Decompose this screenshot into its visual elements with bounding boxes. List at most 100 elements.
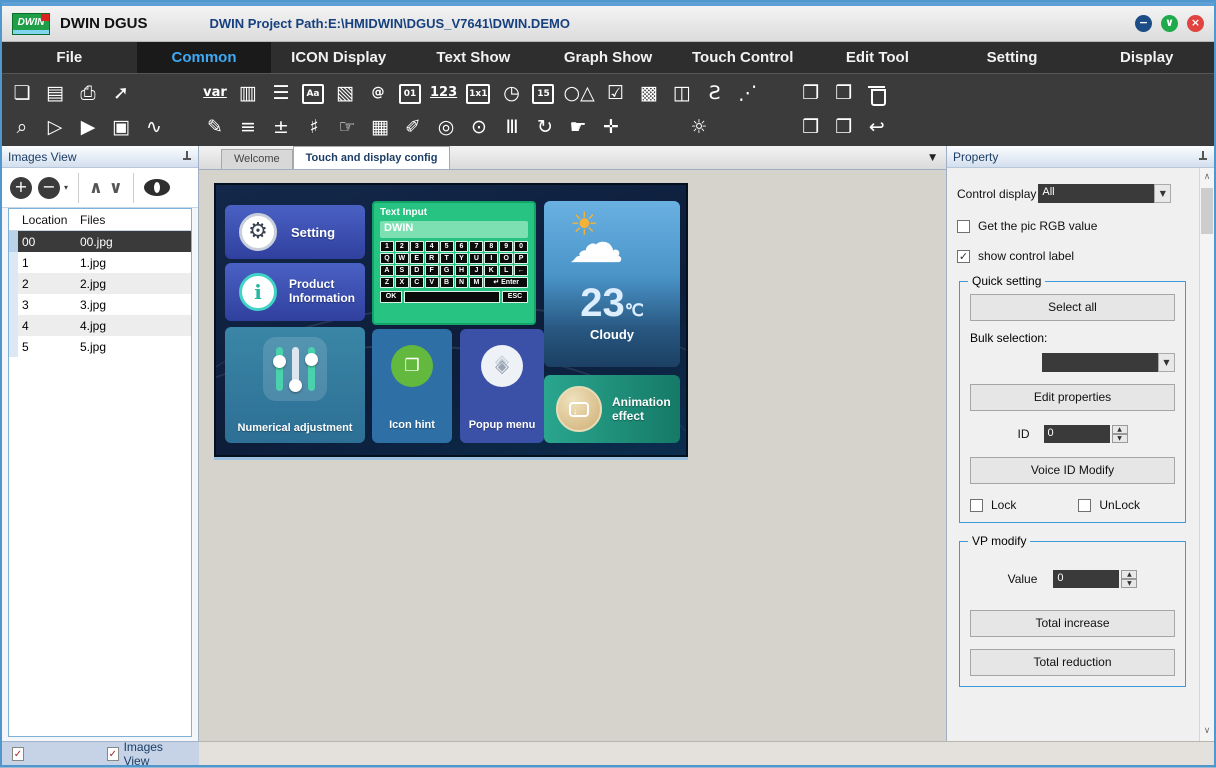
id-spinner[interactable]: ▲▼ [1112, 425, 1128, 443]
key-x[interactable]: X [395, 277, 409, 288]
image-slider-icon[interactable]: ◫ [670, 81, 694, 105]
paste-icon[interactable]: ❒ [832, 81, 856, 105]
shapes-icon[interactable]: ○△ [563, 81, 594, 105]
new-page-icon[interactable]: ❏ [10, 81, 34, 105]
key-a[interactable]: A [380, 265, 394, 276]
menu-file[interactable]: File [2, 42, 137, 73]
key-z[interactable]: Z [380, 277, 394, 288]
plus-minus-icon[interactable]: ± [269, 115, 293, 139]
table-row-4[interactable]: 44.jpg [9, 315, 191, 336]
list-icon[interactable]: ≡ [236, 115, 260, 139]
curve-icon[interactable]: ∿ [142, 115, 166, 139]
table-row-1[interactable]: 11.jpg [9, 252, 191, 273]
menu-graph-show[interactable]: Graph Show [541, 42, 676, 73]
scroll-thumb[interactable] [1201, 188, 1213, 234]
key-u[interactable]: U [469, 253, 483, 264]
data-window-icon[interactable]: 1x1 [466, 84, 490, 104]
data-transfer-icon[interactable]: Ƨ [703, 81, 727, 105]
key-6[interactable]: 6 [455, 241, 469, 252]
tile-weather[interactable]: ☀☁ 23℃ Cloudy [544, 201, 680, 367]
key-w[interactable]: W [395, 253, 409, 264]
key-backspace[interactable]: ← [514, 265, 528, 276]
image-display-icon[interactable]: ▧ [333, 81, 357, 105]
tile-product-information[interactable]: i Product Information [225, 263, 365, 321]
save-icon[interactable]: ▤ [43, 81, 67, 105]
menu-common[interactable]: Common [137, 42, 272, 73]
key-9[interactable]: 9 [499, 241, 513, 252]
tile-animation-effect[interactable]: Animation effect [544, 375, 680, 443]
vp-value-spinner[interactable]: ▲▼ [1121, 570, 1137, 588]
control-display-caret[interactable]: ▼ [1154, 184, 1171, 203]
scroll-down-icon[interactable]: ∨ [1200, 724, 1214, 739]
key-enter[interactable]: ↵ Enter [484, 277, 528, 288]
table-row-00[interactable]: 0000.jpg [9, 231, 191, 252]
voice-id-modify-button[interactable]: Voice ID Modify [970, 457, 1175, 484]
key-7[interactable]: 7 [469, 241, 483, 252]
key-h[interactable]: H [455, 265, 469, 276]
tab-welcome[interactable]: Welcome [221, 149, 293, 169]
key-q[interactable]: Q [380, 253, 394, 264]
pencil-icon[interactable]: ✐ [401, 115, 425, 139]
brightness-icon[interactable]: ☼ [687, 115, 711, 139]
number-display-icon[interactable]: 123 [430, 81, 457, 105]
vp-value-input[interactable]: 0 [1053, 570, 1119, 588]
tile-icon-hint[interactable]: ❐ Icon hint [372, 329, 452, 443]
key-i[interactable]: I [484, 253, 498, 264]
storage-search-icon[interactable]: ⊙ [467, 115, 491, 139]
preview-search-icon[interactable]: ⌕ [10, 115, 34, 139]
clock-icon[interactable]: ◷ [499, 81, 523, 105]
menu-display[interactable]: Display [1079, 42, 1214, 73]
key-1[interactable]: 1 [380, 241, 394, 252]
key-r[interactable]: R [425, 253, 439, 264]
move-down-icon[interactable]: ∨ [109, 178, 123, 198]
unlock-checkbox-row[interactable]: UnLock [1078, 498, 1140, 512]
tile-setting[interactable]: ⚙ Setting [225, 205, 365, 259]
sliders-icon[interactable]: ☰ [269, 81, 293, 105]
menu-edit-tool[interactable]: Edit Tool [810, 42, 945, 73]
bit-variable-icon[interactable]: 01 [399, 84, 421, 104]
get-rgb-checkbox[interactable] [957, 220, 970, 233]
menu-setting[interactable]: Setting [945, 42, 1080, 73]
tab-touch-and-display-config[interactable]: Touch and display config [293, 146, 451, 169]
scroll-up-icon[interactable]: ∧ [1200, 170, 1214, 185]
tile-text-input[interactable]: Text Input DWIN 1234567890QWERTYUIOPASDF… [372, 201, 536, 325]
table-row-3[interactable]: 33.jpg [9, 294, 191, 315]
remove-image-button[interactable]: − [38, 177, 60, 199]
doc-edit-icon[interactable]: ✎ [203, 115, 227, 139]
key-esc[interactable]: ESC [502, 291, 528, 303]
keyboard-entry-field[interactable] [404, 291, 500, 303]
key-m[interactable]: M [469, 277, 483, 288]
art-text-icon[interactable]: @ [366, 81, 390, 105]
key-n[interactable]: N [455, 277, 469, 288]
pin-icon[interactable] [182, 151, 192, 163]
key-p[interactable]: P [514, 253, 528, 264]
close-button[interactable]: × [1187, 15, 1204, 32]
key-c[interactable]: C [410, 277, 424, 288]
lock-checkbox[interactable] [970, 499, 983, 512]
bulk-selection-select[interactable] [1042, 353, 1158, 372]
key-ok[interactable]: OK [380, 291, 402, 303]
id-input[interactable]: 0 [1044, 425, 1110, 443]
hmi-screen-preview[interactable]: ⚙ Setting i Product Information Numeri [214, 183, 688, 457]
text-input-value[interactable]: DWIN [380, 221, 528, 238]
print-icon[interactable]: ⎙ [76, 81, 100, 105]
dock-tab-hidden[interactable]: ✓ [12, 747, 93, 761]
tile-numerical-adjustment[interactable]: Numerical adjustment [225, 327, 365, 443]
remove-options-caret[interactable]: ▾ [64, 183, 68, 192]
lock-checkbox-row[interactable]: Lock [970, 498, 1016, 512]
key-d[interactable]: D [410, 265, 424, 276]
table-row-2[interactable]: 22.jpg [9, 273, 191, 294]
key-2[interactable]: 2 [395, 241, 409, 252]
key-f[interactable]: F [425, 265, 439, 276]
key-y[interactable]: Y [455, 253, 469, 264]
mouse-move-icon[interactable]: ✛ [599, 115, 623, 139]
key-k[interactable]: K [484, 265, 498, 276]
key-0[interactable]: 0 [514, 241, 528, 252]
key-t[interactable]: T [440, 253, 454, 264]
text-display-icon[interactable]: Aa [302, 84, 324, 104]
add-image-button[interactable]: + [10, 177, 32, 199]
video-preview-icon[interactable]: ▶ [76, 115, 100, 139]
move-up-icon[interactable]: ∧ [89, 178, 103, 198]
key-e[interactable]: E [410, 253, 424, 264]
qr-code-icon[interactable]: ▩ [637, 81, 661, 105]
